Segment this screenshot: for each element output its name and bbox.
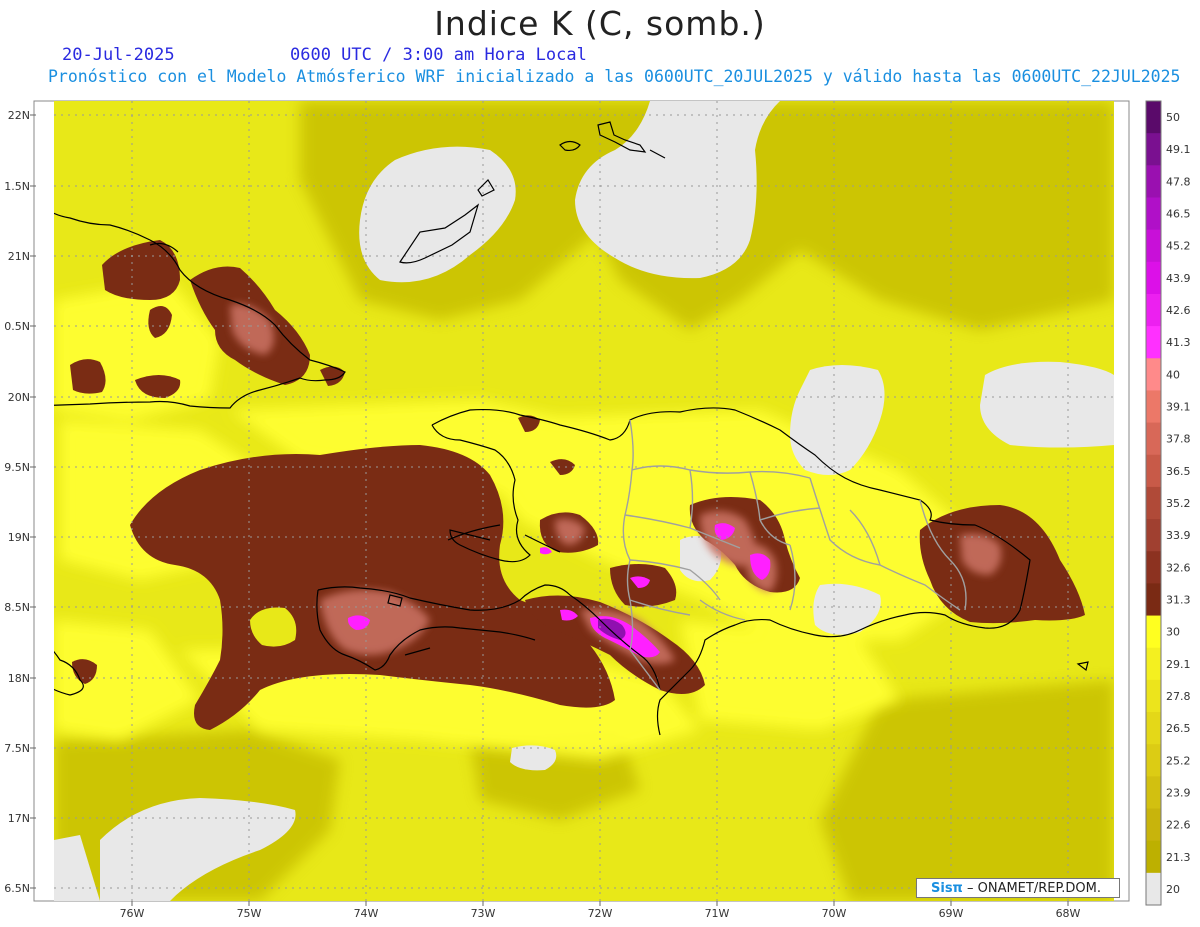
legend-label: 50 (1166, 111, 1180, 124)
legend-swatch (1146, 133, 1161, 166)
legend-swatch (1146, 101, 1161, 134)
lat-label: 19N (8, 531, 30, 544)
legend-swatch (1146, 808, 1161, 842)
legend-label: 46.5 (1166, 208, 1191, 221)
credit-box: Sisπ – ONAMET/REP.DOM. (916, 878, 1120, 898)
lon-label: 73W (471, 907, 496, 920)
credit-text: – ONAMET/REP.DOM. (966, 881, 1102, 896)
legend-swatch (1146, 519, 1161, 552)
legend-swatch (1146, 293, 1161, 327)
lat-label: 20N (8, 391, 30, 404)
legend-swatch (1146, 583, 1161, 617)
k-index-map: 22N 1.5N 21N 0.5N 20N 9.5N 19N 8.5N 18N … (4, 100, 1191, 920)
lat-label: 9.5N (4, 461, 30, 474)
legend-swatch (1146, 165, 1161, 198)
legend-swatch (1146, 229, 1161, 263)
legend-label: 49.1 (1166, 143, 1191, 156)
legend-swatch (1146, 840, 1161, 874)
legend-label: 37.8 (1166, 433, 1191, 446)
lon-label: 69W (939, 907, 964, 920)
legend-label: 45.2 (1166, 240, 1191, 253)
lon-label: 68W (1056, 907, 1081, 920)
legend-swatch (1146, 326, 1161, 359)
lon-label: 72W (588, 907, 613, 920)
shaded-field (54, 101, 1114, 901)
legend-label: 33.9 (1166, 529, 1191, 542)
legend-swatch (1146, 197, 1161, 231)
legend-label: 26.5 (1166, 722, 1191, 735)
legend-label: 23.9 (1166, 786, 1191, 799)
legend-label: 39.1 (1166, 401, 1191, 414)
legend-label: 41.3 (1166, 336, 1191, 349)
lat-label: 1.5N (4, 180, 30, 193)
legend-label: 29.1 (1166, 658, 1191, 671)
legend-swatch (1146, 712, 1161, 745)
legend-label: 36.5 (1166, 465, 1191, 478)
legend-label: 27.8 (1166, 690, 1191, 703)
lat-label: 21N (8, 250, 30, 263)
legend-label: 40 (1166, 368, 1180, 381)
sispi-logo: Sisπ (931, 881, 963, 896)
legend-swatch (1146, 744, 1161, 777)
lon-label: 76W (120, 907, 145, 920)
legend-swatch (1146, 679, 1161, 713)
legend-swatch (1146, 551, 1161, 584)
legend-label: 22.6 (1166, 819, 1191, 832)
lat-label: 8.5N (4, 601, 30, 614)
lat-label: 18N (8, 672, 30, 685)
legend-label: 35.2 (1166, 497, 1191, 510)
legend-label: 42.6 (1166, 304, 1191, 317)
legend-swatch (1146, 261, 1161, 295)
lat-label: 7.5N (4, 742, 30, 755)
legend-swatch (1146, 776, 1161, 810)
lon-label: 75W (237, 907, 262, 920)
legend-swatch (1146, 872, 1161, 906)
legend-label: 20 (1166, 883, 1180, 896)
legend-label: 25.2 (1166, 754, 1191, 767)
lon-label: 74W (354, 907, 379, 920)
legend-label: 21.3 (1166, 851, 1191, 864)
legend-swatch (1146, 422, 1161, 456)
legend-label: 30 (1166, 626, 1180, 639)
legend-swatch (1146, 454, 1161, 488)
lon-label: 70W (822, 907, 847, 920)
legend-label: 32.6 (1166, 561, 1191, 574)
legend-label: 47.8 (1166, 175, 1191, 188)
legend-swatch (1146, 390, 1161, 424)
lat-label: 22N (8, 109, 30, 122)
legend-swatch (1146, 615, 1161, 649)
legend-label: 43.9 (1166, 272, 1191, 285)
lon-label: 71W (705, 907, 730, 920)
legend-swatch (1146, 647, 1161, 681)
legend-label: 31.3 (1166, 593, 1191, 606)
color-legend: 50 49.1 47.8 46.5 45.2 43.9 42.6 41.3 40 39.1 37.8… (1145, 100, 1191, 906)
lat-label: 17N (8, 812, 30, 825)
legend-swatch (1146, 486, 1161, 520)
lat-label: 6.5N (4, 882, 30, 895)
lat-label: 0.5N (4, 320, 30, 333)
legend-swatch (1146, 358, 1161, 391)
